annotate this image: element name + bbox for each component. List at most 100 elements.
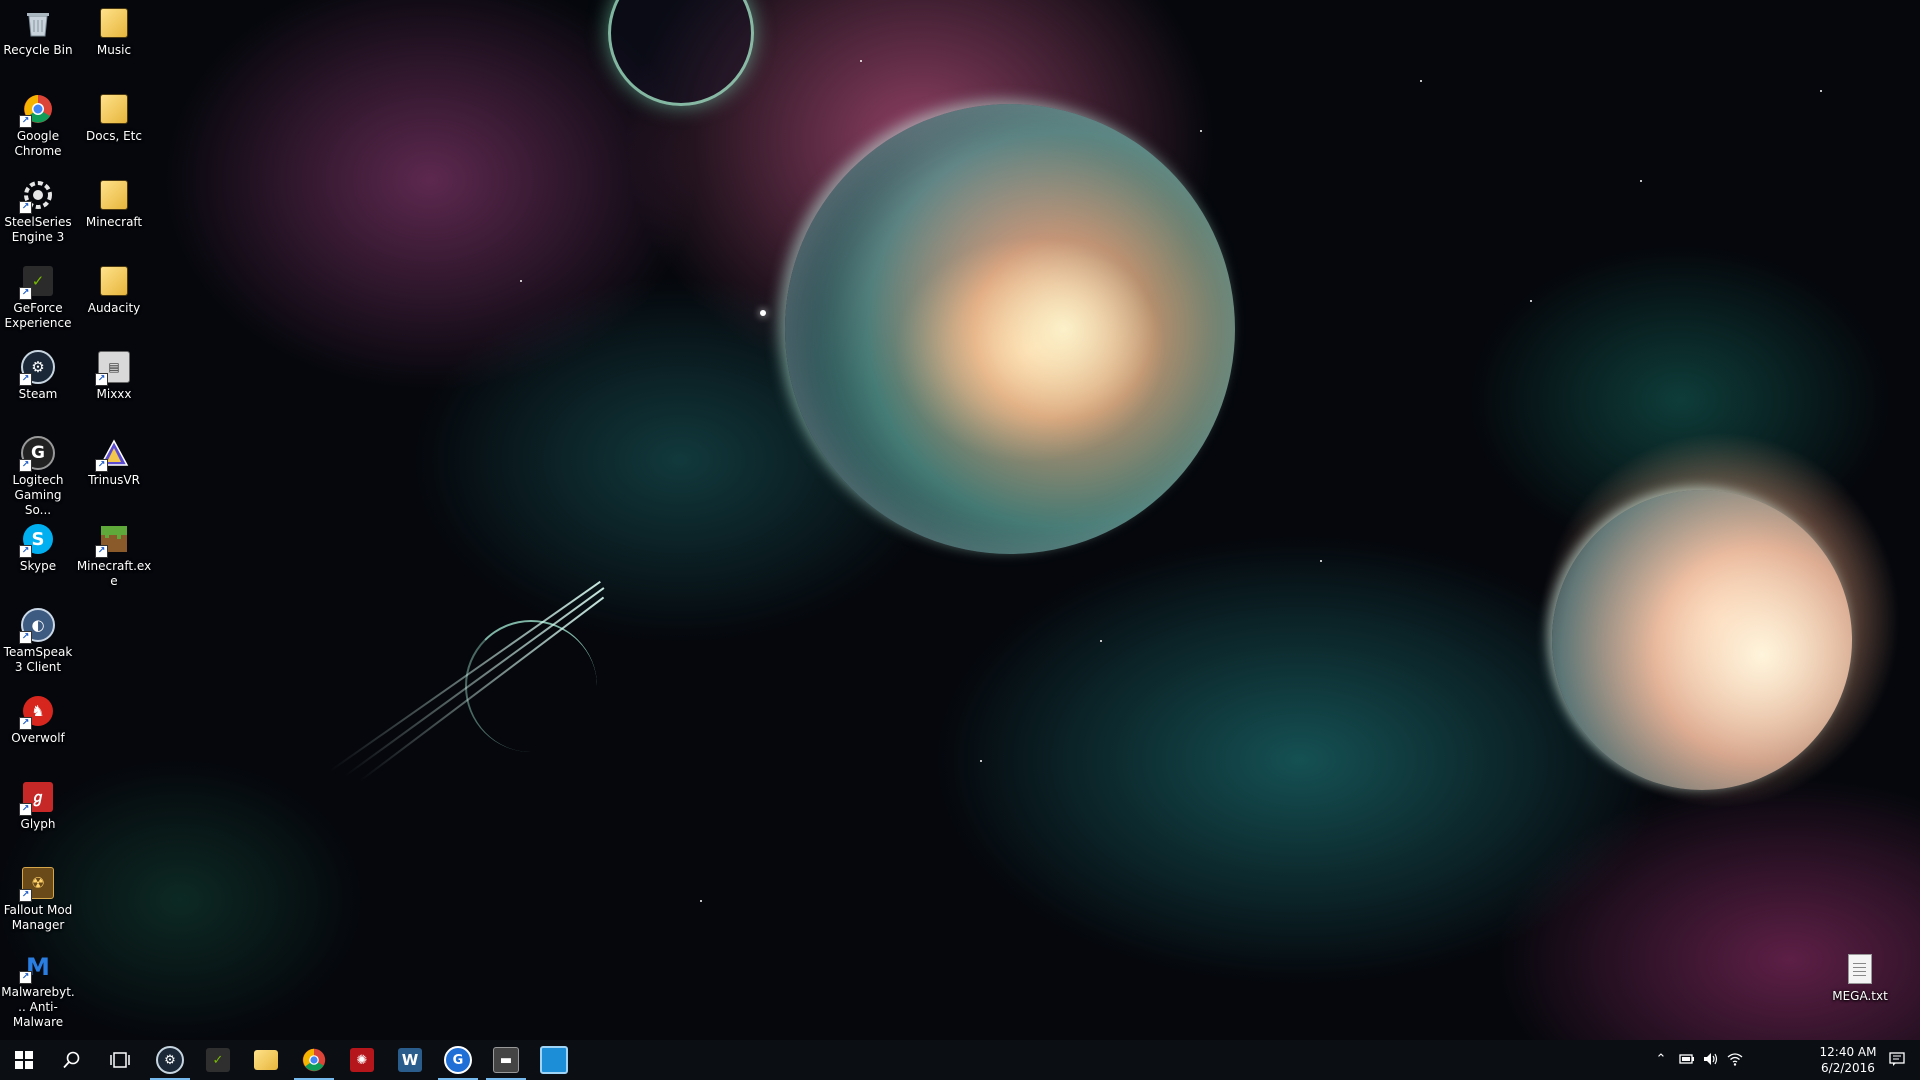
desktop-icon-label: Minecraft.exe (76, 559, 152, 588)
shortcut-arrow-icon: ↗ (19, 971, 32, 984)
clock[interactable]: 12:40 AM 6/2/2016 (1810, 1044, 1886, 1076)
desktop-icon-label: Minecraft (85, 215, 143, 229)
chrome-icon (302, 1048, 326, 1072)
battery-icon[interactable] (1678, 1050, 1696, 1068)
recycle-bin-icon (21, 6, 55, 40)
steam-icon: ⚙ (156, 1046, 184, 1074)
desktop-icon-mixxx[interactable]: ▤ ↗ Mixxx (76, 344, 152, 426)
shortcut-arrow-icon: ↗ (19, 115, 32, 128)
desktop-icon-fallout-mod-manager[interactable]: ☢ ↗ Fallout Mod Manager (0, 860, 76, 942)
chevron-up-icon[interactable]: ⌃ (1652, 1050, 1670, 1068)
desktop-icon-label: Music (96, 43, 132, 57)
desktop-icon-glyph[interactable]: ℊ ↗ Glyph (0, 774, 76, 856)
desktop-icon-label: Google Chrome (14, 129, 62, 158)
wifi-icon[interactable] (1726, 1050, 1744, 1068)
wallpaper-star (1420, 80, 1422, 82)
trinusvr-icon: ↗ (95, 436, 131, 472)
wallpaper-star (1200, 130, 1202, 132)
action-center-icon[interactable] (1888, 1050, 1906, 1068)
steam-icon: ⚙ ↗ (19, 350, 55, 386)
desktop-icon-steam[interactable]: ⚙ ↗ Steam (0, 344, 76, 426)
folder-icon (97, 178, 131, 212)
task-view-icon (110, 1052, 130, 1068)
folder-icon (254, 1050, 278, 1070)
desktop-icon-google-chrome[interactable]: ↗ Google Chrome (0, 86, 76, 168)
overwolf-icon: ♞ ↗ (19, 694, 55, 730)
wallpaper-star (1820, 90, 1822, 92)
desktop-icon-label: Glyph (20, 817, 56, 831)
desktop-icon-music-folder[interactable]: Music (76, 0, 152, 82)
desktop-icon-skype[interactable]: S ↗ Skype (0, 516, 76, 598)
taskbar-app-w[interactable]: W (386, 1040, 434, 1080)
desktop-icon-label: Audacity (87, 301, 141, 315)
windows-start-icon (15, 1051, 33, 1069)
steelseries-icon: ↗ (19, 178, 55, 214)
minecraft-icon: ↗ (95, 522, 131, 558)
taskbar-app-file-explorer[interactable] (242, 1040, 290, 1080)
wallpaper-star (1530, 300, 1532, 302)
desktop-icon-label: TeamSpeak 3 Client (3, 645, 73, 674)
desktop-icon-label: Skype (19, 559, 57, 573)
shortcut-arrow-icon: ↗ (19, 803, 32, 816)
taskbar-app-window-dark[interactable]: ▬ (482, 1040, 530, 1080)
mixxx-icon: ▤ ↗ (95, 350, 131, 386)
search-icon (63, 1051, 80, 1069)
taskbar-app-chrome[interactable] (290, 1040, 338, 1080)
shortcut-arrow-icon: ↗ (19, 545, 32, 558)
taskbar-app-razer[interactable]: ✺ (338, 1040, 386, 1080)
system-tray: ⌃ 12:40 AM 6/2/2016 (1620, 1040, 1920, 1080)
desktop-icon-logitech[interactable]: G ↗ Logitech Gaming So... (0, 430, 76, 517)
chrome-icon: ↗ (19, 92, 55, 128)
desktop-icon-label: TrinusVR (88, 473, 140, 487)
desktop-icon-geforce[interactable]: ✓ ↗ GeForce Experience (0, 258, 76, 340)
desktop-icon-recycle-bin[interactable]: Recycle Bin (0, 0, 76, 82)
taskbar-app-g[interactable]: G (434, 1040, 482, 1080)
taskbar-app-window-blue[interactable] (530, 1040, 578, 1080)
malwarebytes-icon: M ↗ (19, 952, 55, 984)
wallpaper-star (860, 60, 862, 62)
text-file-icon (1843, 952, 1877, 986)
desktop-icon-teamspeak[interactable]: ◐ ↗ TeamSpeak 3 Client (0, 602, 76, 684)
blue-window-icon (540, 1046, 568, 1074)
wallpaper-streak (329, 580, 601, 772)
logitech-icon: G ↗ (19, 436, 55, 472)
geforce-icon: ✓ ↗ (19, 264, 55, 300)
shortcut-arrow-icon: ↗ (95, 373, 108, 386)
taskbar[interactable]: ⚙ ✓ ✺ W G ▬ ⌃ 12:40 AM 6/2/2016 (0, 1040, 1920, 1080)
wallpaper-planet-top (608, 0, 754, 106)
desktop-icon-label: SteelSeries Engine 3 (4, 215, 72, 244)
skype-icon: S ↗ (19, 522, 55, 558)
wallpaper-star (1100, 640, 1102, 642)
shortcut-arrow-icon: ↗ (19, 201, 32, 214)
wallpaper-star (760, 310, 766, 316)
teamspeak-icon: ◐ ↗ (19, 608, 55, 644)
desktop-icon-audacity-folder[interactable]: Audacity (76, 258, 152, 340)
desktop-icon-steelseries[interactable]: ↗ SteelSeries Engine 3 (0, 172, 76, 254)
wallpaper-star (980, 760, 982, 762)
glyph-icon: ℊ ↗ (19, 780, 55, 816)
taskbar-app-steam[interactable]: ⚙ (146, 1040, 194, 1080)
desktop-icon-overwolf[interactable]: ♞ ↗ Overwolf (0, 688, 76, 770)
start-button[interactable] (0, 1040, 48, 1080)
desktop-icon-minecraft-exe[interactable]: ↗ Minecraft.exe (76, 516, 152, 598)
wallpaper-planet-right (1552, 490, 1852, 790)
desktop-icon-label: Malwarebyt... Anti-Malware (1, 985, 75, 1029)
shortcut-arrow-icon: ↗ (19, 631, 32, 644)
desktop-icon-label: Fallout Mod Manager (3, 903, 73, 932)
desktop-icon-docs-folder[interactable]: Docs, Etc (76, 86, 152, 168)
desktop[interactable]: Recycle Bin ↗ Google Chrome ↗ SteelSerie… (0, 0, 1920, 1040)
desktop-icon-malwarebytes[interactable]: M ↗ Malwarebyt... Anti-Malware (0, 946, 76, 1030)
w-app-icon: W (398, 1048, 422, 1072)
desktop-icon-label: Mixxx (96, 387, 132, 401)
search-button[interactable] (48, 1040, 96, 1080)
wallpaper-star (1320, 560, 1322, 562)
task-view-button[interactable] (96, 1040, 144, 1080)
clock-date: 6/2/2016 (1821, 1061, 1875, 1075)
taskbar-app-geforce[interactable]: ✓ (194, 1040, 242, 1080)
wallpaper-star (520, 280, 522, 282)
folder-icon (97, 6, 131, 40)
desktop-icon-trinusvr[interactable]: ↗ TrinusVR (76, 430, 152, 512)
desktop-icon-mega-txt[interactable]: MEGA.txt (1822, 946, 1898, 1028)
desktop-icon-minecraft-folder[interactable]: Minecraft (76, 172, 152, 254)
volume-icon[interactable] (1702, 1050, 1720, 1068)
